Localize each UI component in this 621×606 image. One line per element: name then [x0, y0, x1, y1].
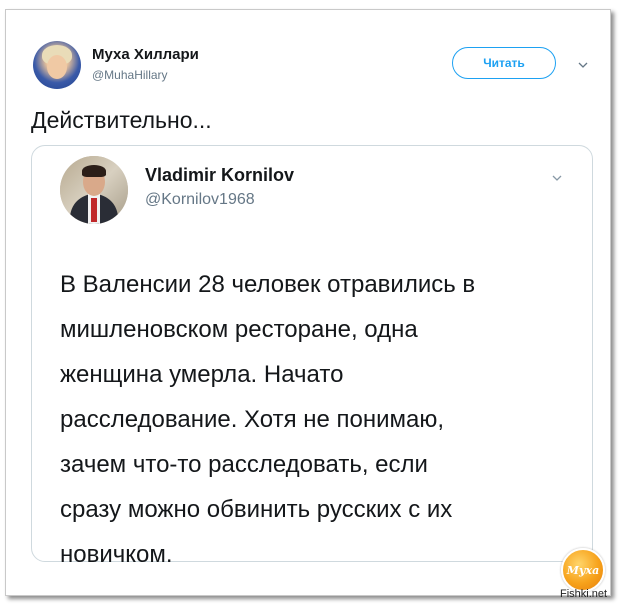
quoted-tweet-text: В Валенсии 28 человек отравились в мишле…: [60, 271, 476, 568]
chevron-down-icon[interactable]: [578, 60, 588, 70]
watermark-logo: Муха: [561, 548, 605, 592]
author-handle[interactable]: @MuhaHillary: [92, 68, 168, 82]
author-name[interactable]: Муха Хиллари: [92, 46, 199, 63]
quoted-author-handle[interactable]: @Kornilov1968: [145, 191, 255, 209]
chevron-down-icon[interactable]: [552, 173, 562, 183]
quoted-author-avatar[interactable]: [60, 156, 128, 224]
tweet-text: Действительно...: [31, 107, 212, 133]
author-avatar[interactable]: [33, 41, 81, 89]
watermark-site: Fishki.net: [560, 588, 608, 600]
quoted-author-name[interactable]: Vladimir Kornilov: [145, 165, 294, 186]
follow-button[interactable]: Читать: [452, 47, 556, 79]
